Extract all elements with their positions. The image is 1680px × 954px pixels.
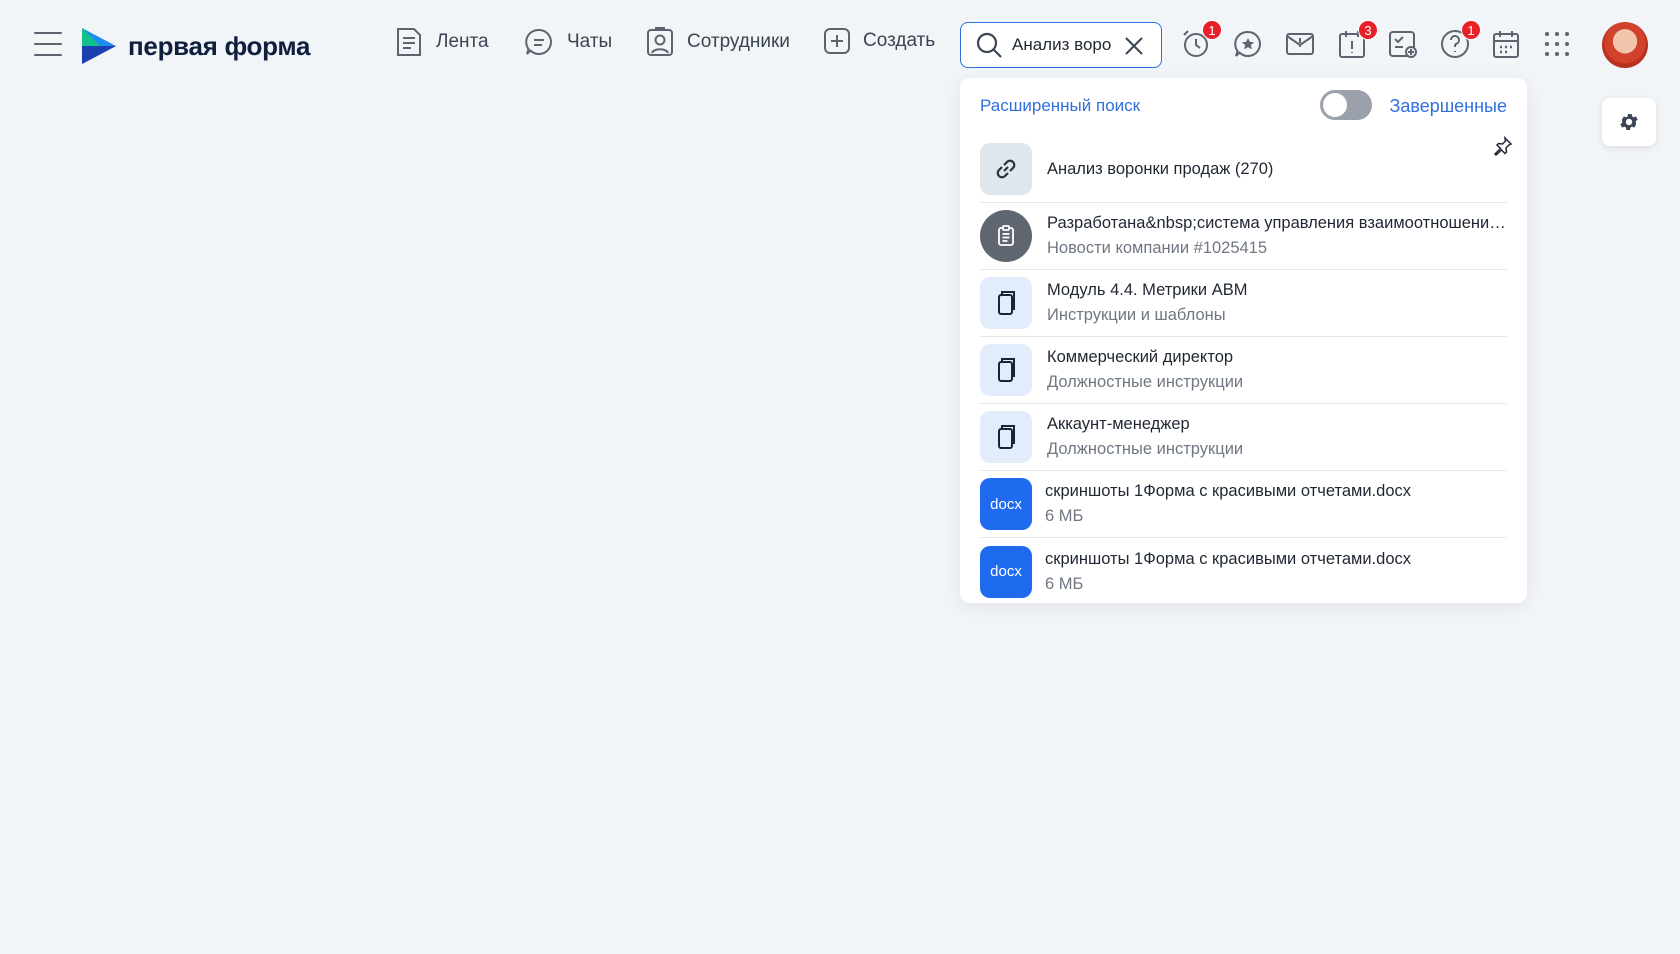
nav-create[interactable]: Создать — [823, 26, 935, 56]
link-icon — [980, 143, 1032, 195]
list-item[interactable]: Разработана&nbsp;система управления взаи… — [980, 203, 1507, 270]
gear-icon — [1620, 114, 1638, 130]
avatar[interactable] — [1602, 22, 1648, 68]
nav-feed[interactable]: Лента — [394, 26, 489, 58]
mail-button[interactable] — [1284, 28, 1316, 60]
docx-file-icon: docx — [980, 478, 1032, 530]
logo[interactable]: первая форма — [80, 26, 310, 66]
search-results: Анализ воронки продаж (270) Разработана&… — [980, 136, 1507, 605]
result-subtitle: 6 МБ — [1045, 574, 1084, 593]
search-input[interactable] — [1012, 35, 1112, 55]
chat-icon — [525, 28, 552, 55]
docx-file-icon: docx — [980, 545, 1032, 598]
alerts-button[interactable]: 3 — [1336, 20, 1378, 60]
result-subtitle: Должностные инструкции — [1047, 440, 1244, 458]
advanced-search-link[interactable]: Расширенный поиск — [980, 96, 1140, 116]
alerts-badge: 3 — [1358, 20, 1378, 40]
apps-grid-icon — [1545, 32, 1569, 56]
list-item[interactable]: docx скриншоты 1Форма с красивыми отчета… — [980, 471, 1507, 538]
result-title: Анализ воронки продаж (270) — [1047, 159, 1274, 178]
task-board-icon — [1389, 31, 1417, 58]
calendar-icon — [1493, 31, 1519, 58]
star-chat-icon — [1234, 30, 1261, 57]
result-subtitle: Новости компании #1025415 — [1047, 239, 1268, 257]
help-button[interactable]: 1 — [1439, 20, 1481, 60]
result-title: Коммерческий директор — [1047, 348, 1234, 366]
nav-chats[interactable]: Чаты — [523, 26, 612, 58]
mail-alert-icon — [1286, 33, 1314, 55]
result-title: скриншоты 1Форма с красивыми отчетами.do… — [1045, 549, 1411, 568]
nav-feed-label: Лента — [436, 31, 489, 52]
document-icon — [980, 344, 1032, 396]
feed-icon — [397, 28, 421, 56]
result-subtitle: Инструкции и шаблоны — [1047, 306, 1226, 324]
calendar-button[interactable] — [1490, 28, 1522, 60]
tasks-button[interactable] — [1387, 28, 1419, 60]
reminders-badge: 1 — [1202, 20, 1222, 40]
result-subtitle: Должностные инструкции — [1047, 373, 1244, 391]
result-subtitle: 6 МБ — [1045, 507, 1084, 525]
apps-button[interactable] — [1541, 28, 1573, 60]
reminders-button[interactable]: 1 — [1180, 20, 1222, 60]
help-badge: 1 — [1461, 20, 1481, 40]
menu-icon[interactable] — [34, 32, 62, 56]
close-icon[interactable] — [1123, 35, 1145, 57]
list-item[interactable]: docx скриншоты 1Форма с красивыми отчета… — [980, 538, 1507, 605]
nav-employees-label: Сотрудники — [687, 31, 790, 52]
completed-toggle-label[interactable]: Завершенные — [1389, 96, 1507, 117]
document-icon — [980, 277, 1032, 329]
nav-employees[interactable]: Сотрудники — [645, 26, 790, 58]
nav-chats-label: Чаты — [567, 31, 613, 52]
list-item[interactable]: Аккаунт-менеджер Должностные инструкции — [980, 404, 1507, 471]
top-bar: первая форма Лента Чаты Сотрудники Созда… — [0, 0, 1680, 90]
search-box[interactable] — [960, 22, 1162, 68]
list-item[interactable]: Модуль 4.4. Метрики ABM Инструкции и шаб… — [980, 270, 1507, 337]
plus-square-icon — [824, 28, 850, 54]
list-item[interactable]: Коммерческий директор Должностные инстру… — [980, 337, 1507, 404]
favorites-button[interactable] — [1232, 28, 1264, 60]
logo-text: первая форма — [128, 30, 311, 61]
logo-icon — [82, 28, 116, 64]
nav-create-label: Создать — [863, 30, 936, 51]
completed-toggle[interactable] — [1320, 90, 1372, 120]
result-title: Модуль 4.4. Метрики ABM — [1047, 281, 1248, 299]
document-icon — [980, 411, 1032, 463]
result-title: скриншоты 1Форма с красивыми отчетами.do… — [1045, 482, 1411, 500]
result-title: Аккаунт-менеджер — [1047, 415, 1190, 433]
settings-button[interactable] — [1602, 98, 1656, 146]
search-dropdown: Расширенный поиск Завершенные Анализ вор… — [960, 78, 1527, 603]
list-item[interactable]: Анализ воронки продаж (270) — [980, 136, 1507, 203]
clipboard-icon — [980, 210, 1032, 262]
result-title: Разработана&nbsp;система управления взаи… — [1047, 214, 1507, 232]
search-icon — [976, 32, 1002, 58]
employees-icon — [647, 27, 673, 56]
